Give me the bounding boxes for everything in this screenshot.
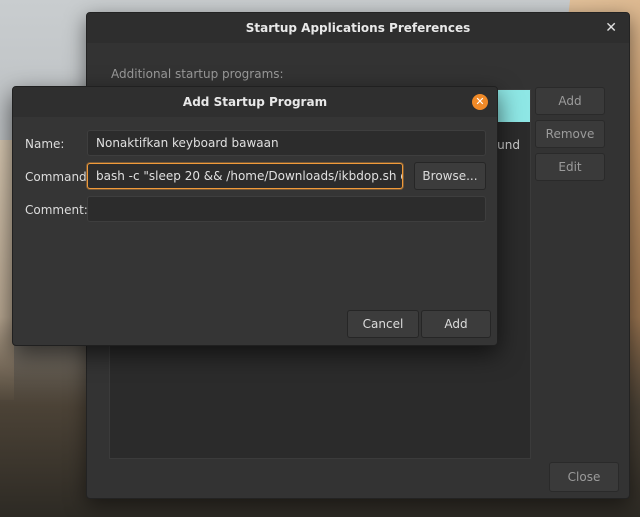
dialog-add-button[interactable]: Add: [421, 310, 491, 338]
command-label: Command:: [25, 170, 91, 184]
close-button[interactable]: Close: [549, 462, 619, 492]
main-window-title: Startup Applications Preferences: [245, 21, 471, 35]
browse-button[interactable]: Browse...: [414, 162, 486, 190]
cancel-button[interactable]: Cancel: [347, 310, 419, 338]
main-close-icon[interactable]: ✕: [605, 20, 617, 36]
remove-button[interactable]: Remove: [535, 120, 605, 148]
comment-field[interactable]: [87, 196, 486, 222]
add-button[interactable]: Add: [535, 87, 605, 115]
main-titlebar: Startup Applications Preferences ✕: [87, 13, 629, 43]
section-label: Additional startup programs:: [111, 67, 284, 81]
dialog-title: Add Startup Program: [182, 95, 328, 109]
command-field[interactable]: bash -c "sleep 20 && /home/Downloads/ikb…: [87, 163, 403, 189]
add-startup-program-dialog: Add Startup Program ✕ Name: Nonaktifkan …: [12, 86, 498, 346]
edit-button[interactable]: Edit: [535, 153, 605, 181]
list-item-description-fragment: und: [497, 138, 520, 152]
name-field[interactable]: Nonaktifkan keyboard bawaan: [87, 130, 486, 156]
dialog-titlebar: Add Startup Program ✕: [13, 87, 497, 117]
comment-label: Comment:: [25, 203, 88, 217]
dialog-close-icon[interactable]: ✕: [472, 94, 488, 110]
name-label: Name:: [25, 137, 65, 151]
